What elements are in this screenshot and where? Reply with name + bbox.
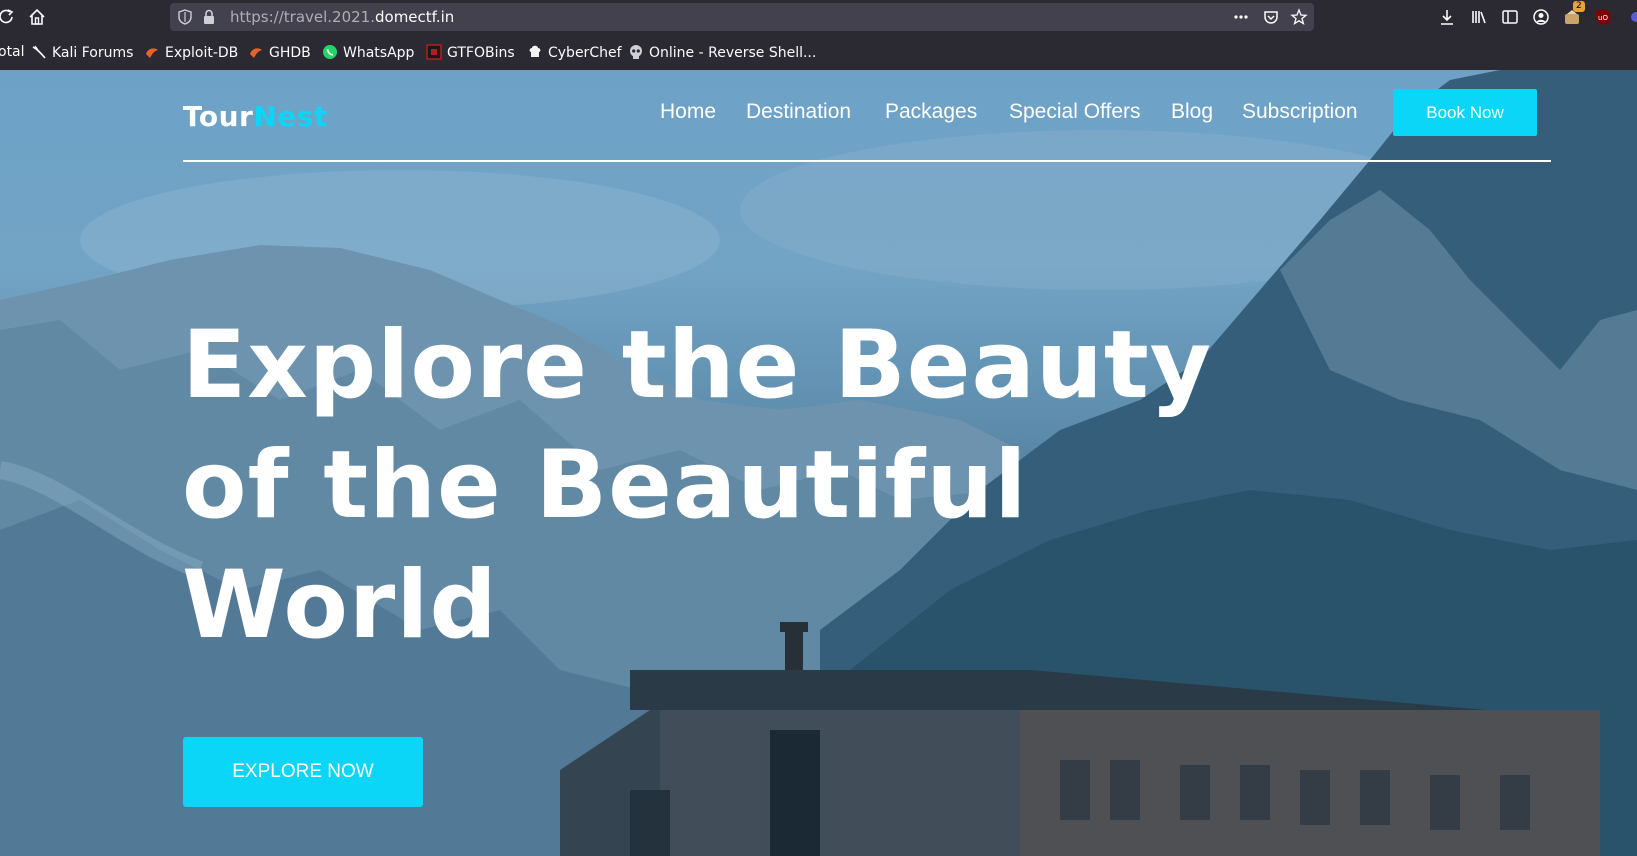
- bookmark-item[interactable]: WhatsApp: [322, 44, 414, 62]
- site-logo[interactable]: TourNest: [183, 100, 328, 133]
- exploit-db-icon: [144, 44, 160, 60]
- bookmark-item[interactable]: GTFOBins: [426, 44, 515, 62]
- explore-now-button[interactable]: EXPLORE NOW: [183, 737, 423, 807]
- home-icon[interactable]: [27, 7, 47, 27]
- sidebar-icon[interactable]: [1500, 7, 1520, 27]
- lock-icon[interactable]: [200, 8, 218, 26]
- hero-title: Explore the Beauty of the Beautiful Worl…: [182, 306, 1222, 666]
- nav-home[interactable]: Home: [660, 100, 716, 124]
- extension-badge: 2: [1573, 1, 1585, 12]
- ghdb-icon: [248, 44, 264, 60]
- kali-dragon-icon: [31, 44, 47, 60]
- reload-icon[interactable]: [0, 7, 16, 27]
- nav-subscription[interactable]: Subscription: [1242, 100, 1358, 124]
- bookmarks-bar: otal Kali Forums Exploit-DB GHDB WhatsAp…: [0, 35, 1637, 71]
- extension-overflow-icon[interactable]: [1626, 7, 1637, 27]
- bookmark-item[interactable]: Exploit-DB: [144, 44, 238, 62]
- extension-icon[interactable]: 2: [1562, 1, 1585, 27]
- browser-toolbar: https://travel.2021.domectf.in 2 uO: [0, 0, 1637, 35]
- pocket-icon[interactable]: [1262, 8, 1280, 26]
- web-page: TourNest Home Destination Packages Speci…: [0, 70, 1637, 856]
- bookmark-item[interactable]: Online - Reverse Shell...: [628, 44, 816, 62]
- gtfobins-icon: [426, 44, 442, 60]
- url-bar[interactable]: https://travel.2021.domectf.in: [170, 3, 1314, 31]
- tracking-shield-icon[interactable]: [176, 8, 194, 26]
- skull-icon: [628, 44, 644, 60]
- cyberchef-icon: [527, 44, 543, 60]
- ublock-icon[interactable]: uO: [1593, 7, 1613, 27]
- hero-title-line: World: [182, 551, 498, 660]
- nav-destination[interactable]: Destination: [746, 100, 851, 124]
- bookmark-item[interactable]: Kali Forums: [31, 44, 133, 62]
- library-icon[interactable]: [1469, 7, 1489, 27]
- account-icon[interactable]: [1531, 7, 1551, 27]
- bookmark-item[interactable]: otal: [0, 44, 25, 62]
- nav-packages[interactable]: Packages: [885, 100, 977, 124]
- nav-special-offers[interactable]: Special Offers: [1009, 100, 1141, 124]
- bookmark-item[interactable]: GHDB: [248, 44, 311, 62]
- book-now-button[interactable]: Book Now: [1393, 89, 1537, 136]
- whatsapp-icon: [322, 44, 338, 60]
- hero-title-line: of the Beautiful: [182, 431, 1028, 540]
- downloads-icon[interactable]: [1437, 7, 1457, 27]
- bookmark-star-icon[interactable]: [1290, 8, 1308, 26]
- page-actions-icon[interactable]: [1232, 8, 1250, 26]
- bookmark-item[interactable]: CyberChef: [527, 44, 622, 62]
- url-text[interactable]: https://travel.2021.domectf.in: [230, 8, 454, 26]
- nav-divider: [183, 160, 1551, 162]
- hero-title-line: Explore the Beauty: [182, 311, 1213, 420]
- svg-text:uO: uO: [1598, 14, 1608, 22]
- nav-blog[interactable]: Blog: [1171, 100, 1213, 124]
